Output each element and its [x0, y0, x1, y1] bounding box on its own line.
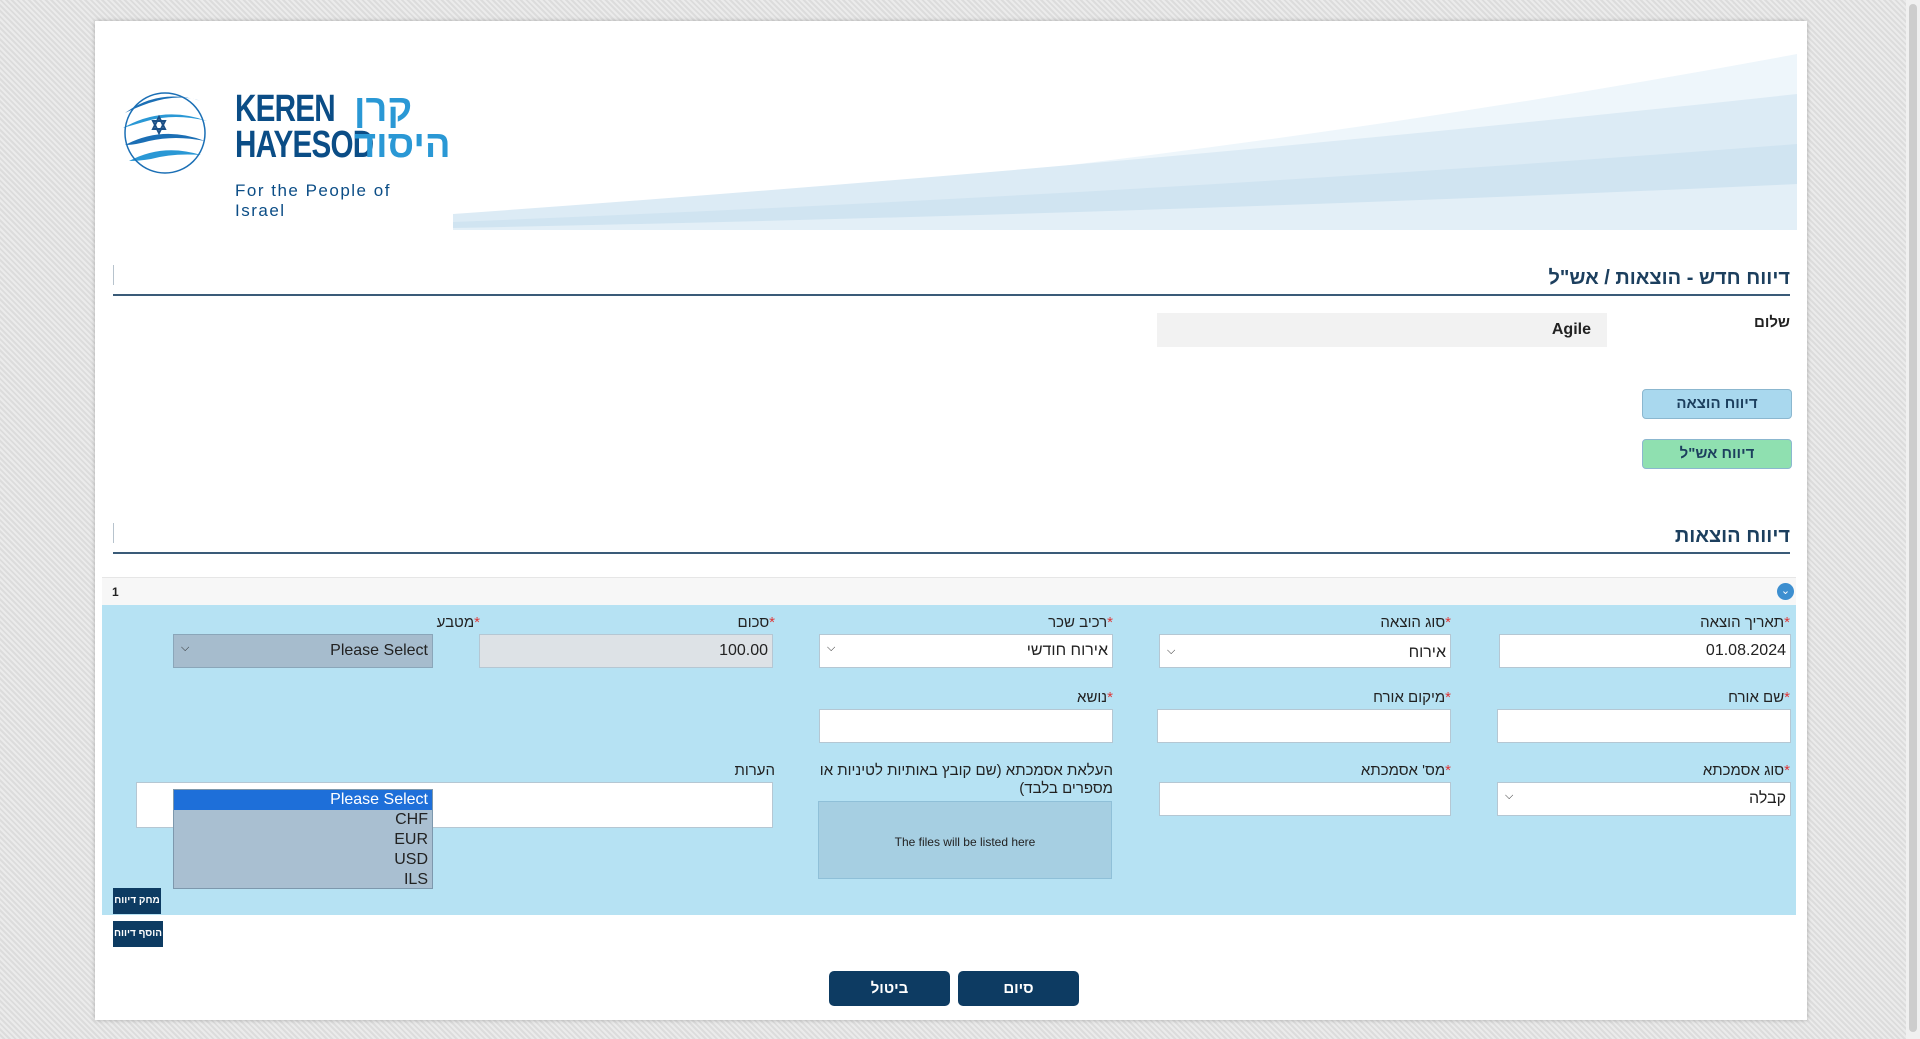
cost-component-select[interactable]: אירוח חודשי ⌵: [819, 634, 1113, 668]
subject-label-text: נושא: [1077, 689, 1108, 706]
expense-date-input[interactable]: 01.08.2024: [1499, 634, 1791, 668]
notes-label: הערות: [734, 762, 775, 779]
globe-logo-icon: [123, 92, 207, 174]
reference-number-input[interactable]: [1159, 782, 1451, 816]
currency-value: Please Select: [330, 642, 428, 659]
cost-component-label: *רכיב שכר: [1048, 614, 1113, 631]
chevron-down-icon: ⌵: [181, 642, 190, 654]
page-scrollbar[interactable]: [1906, 0, 1920, 1039]
cost-component-label-text: רכיב שכר: [1048, 614, 1108, 631]
currency-option[interactable]: CHF: [174, 810, 432, 830]
subject-input[interactable]: [819, 709, 1113, 743]
form-card: KEREN HAYESOD קרן היסוד For the People o…: [95, 21, 1807, 1020]
expense-type-label-text: סוג הוצאה: [1380, 614, 1446, 631]
employee-name-field: Agile: [1157, 313, 1607, 347]
guest-location-input[interactable]: [1157, 709, 1451, 743]
guest-name-label-text: שם אורח: [1728, 689, 1785, 706]
currency-option[interactable]: ILS: [174, 870, 432, 890]
expense-date-value: 01.08.2024: [1705, 642, 1786, 659]
name-label: שלום: [1754, 314, 1790, 331]
required-mark: *: [1445, 762, 1451, 779]
logo-tagline: For the People of Israel: [235, 181, 391, 220]
reference-type-label: *סוג אסמכתא: [1703, 762, 1790, 779]
currency-option[interactable]: EUR: [174, 830, 432, 850]
page-title: דיווח חדש - הוצאות / אש"ל: [1548, 267, 1790, 289]
guest-location-label: *מיקום אורח: [1373, 689, 1451, 706]
perdiem-report-button[interactable]: דיווח אש"ל: [1642, 439, 1792, 469]
upload-dropzone[interactable]: The files will be listed here: [818, 801, 1112, 879]
reference-type-value: קבלה: [1749, 790, 1786, 807]
expense-report-button[interactable]: דיווח הוצאה: [1642, 389, 1792, 419]
expenses-section-title: דיווח הוצאות: [1674, 525, 1790, 547]
delete-report-button[interactable]: מחק דיווח: [113, 888, 161, 914]
required-mark: *: [1107, 614, 1113, 631]
logo-hebrew-text: קרן היסוד: [354, 88, 451, 166]
add-report-button[interactable]: הוסף דיווח: [113, 921, 163, 947]
required-mark: *: [1445, 614, 1451, 631]
required-mark: *: [1445, 689, 1451, 706]
chevron-down-icon: ⌵: [827, 642, 836, 654]
upload-placeholder: The files will be listed here: [894, 835, 1036, 849]
currency-option[interactable]: Please Select: [174, 790, 432, 810]
expense-type-label: *סוג הוצאה: [1380, 614, 1451, 631]
report-item-index: 1: [112, 585, 119, 599]
guest-name-label: *שם אורח: [1728, 689, 1790, 706]
amount-value: 100.00: [719, 642, 768, 659]
cancel-button[interactable]: ביטול: [829, 971, 950, 1006]
expense-type-select[interactable]: אירוח ⌵: [1159, 634, 1451, 668]
finish-button[interactable]: סיום: [958, 971, 1079, 1006]
employee-name-value: Agile: [1551, 321, 1591, 338]
report-item-header[interactable]: 1 ⌄: [102, 577, 1796, 606]
upload-label: העלאת אסמכתא (שם קובץ באותיות לטיניות או…: [819, 762, 1113, 797]
amount-input[interactable]: 100.00: [479, 634, 773, 668]
reference-number-label-text: מס' אסמכתא: [1360, 762, 1446, 779]
required-mark: *: [1784, 614, 1790, 631]
required-mark: *: [474, 614, 480, 631]
expense-type-value: אירוח: [1408, 644, 1446, 661]
required-mark: *: [1784, 762, 1790, 779]
chevron-down-icon: ⌵: [1167, 645, 1176, 657]
chevron-down-icon[interactable]: ⌄: [1777, 583, 1794, 600]
currency-label: *מטבע: [437, 614, 480, 631]
title-divider: [113, 294, 1790, 296]
chevron-down-icon: ⌵: [1505, 790, 1514, 802]
currency-select[interactable]: Please Select ⌵: [173, 634, 433, 668]
reference-number-label: *מס' אסמכתא: [1361, 762, 1451, 779]
required-mark: *: [1784, 689, 1790, 706]
required-mark: *: [1107, 689, 1113, 706]
guest-location-label-text: מיקום אורח: [1373, 689, 1446, 706]
amount-label-text: סכום: [737, 614, 770, 631]
keren-hayesod-logo: KEREN HAYESOD קרן היסוד For the People o…: [119, 71, 451, 220]
reference-type-select[interactable]: קבלה ⌵: [1497, 782, 1791, 816]
scrollbar-thumb[interactable]: [1909, 4, 1917, 1032]
title-divider-tick: [113, 265, 114, 285]
required-mark: *: [769, 614, 775, 631]
subject-label: *נושא: [1077, 689, 1113, 706]
reference-type-label-text: סוג אסמכתא: [1702, 762, 1785, 779]
logo-english-text: KEREN HAYESOD: [235, 88, 374, 166]
amount-label: *סכום: [738, 614, 775, 631]
header-swoosh-decoration: [453, 54, 1797, 230]
currency-label-text: מטבע: [436, 614, 475, 631]
expenses-divider: [113, 552, 1790, 554]
expense-date-label: *תאריך הוצאה: [1700, 614, 1790, 631]
cost-component-value: אירוח חודשי: [1026, 642, 1108, 659]
expenses-divider-tick: [113, 523, 114, 543]
expense-date-label-text: תאריך הוצאה: [1700, 614, 1785, 631]
guest-name-input[interactable]: [1497, 709, 1791, 743]
currency-option[interactable]: USD: [174, 850, 432, 870]
currency-dropdown-list[interactable]: Please Select CHF EUR USD ILS: [173, 789, 433, 889]
